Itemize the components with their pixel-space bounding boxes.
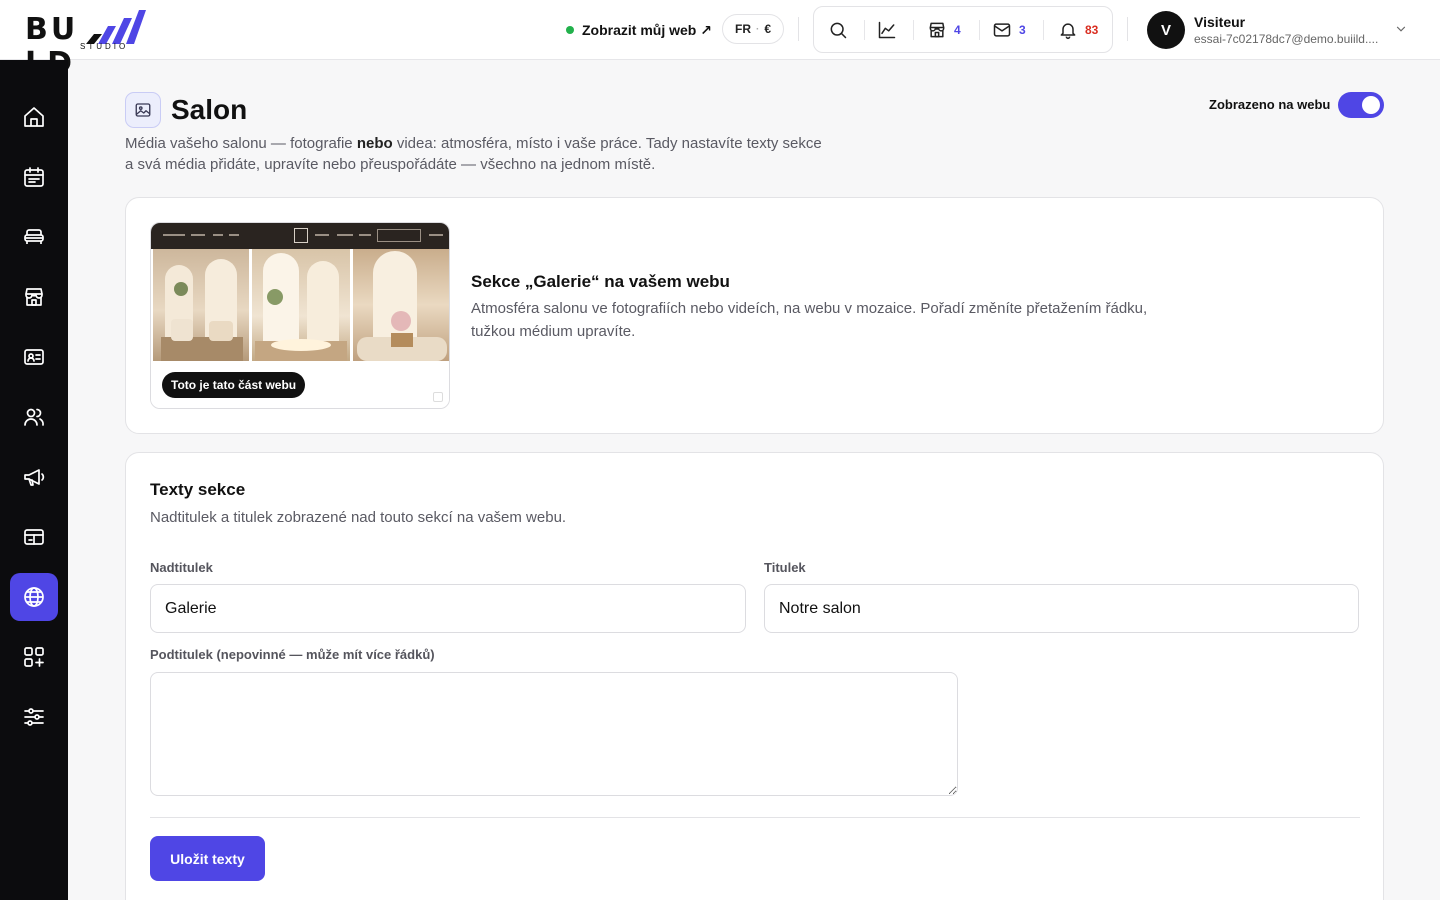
divider [1127,17,1128,41]
megaphone-icon [24,469,45,486]
logo-bars-icon [86,10,146,44]
sidebar-item-clients[interactable] [10,333,58,381]
chart-line-icon [878,21,896,39]
messages-count-badge: 3 [1019,23,1026,37]
title-input[interactable] [764,584,1359,633]
logo-subtitle: STUDIO [80,42,129,51]
page-title: Salon [171,94,248,125]
sidebar-item-store[interactable] [10,273,58,321]
sidebar-item-home[interactable] [10,93,58,141]
language-code: FR [734,22,751,36]
divider [798,17,799,41]
user-email: essai-7c02178dc7@demo.buiild.... [1194,32,1379,46]
quick-actions-bar: 4 3 83 [813,6,1113,53]
settings-sliders-icon [24,708,44,726]
language-currency-selector[interactable]: FR · € [722,14,784,44]
store-icon [25,288,43,306]
services-icon [24,229,44,244]
notifications-button[interactable]: 83 [1058,19,1098,41]
visibility-toggle[interactable] [1338,92,1384,118]
avatar: V [1147,11,1185,49]
sidebar-item-marketing[interactable] [10,453,58,501]
preview-chip: Toto je tato část webu [162,372,306,398]
divider [913,20,914,40]
card-description: Nadtitulek a titulek zobrazené nad touto… [150,509,567,526]
overline-input[interactable] [150,584,746,633]
preview-logo [294,228,308,243]
chevron-down-icon[interactable] [1394,22,1408,36]
subtitle-textarea[interactable] [150,672,958,796]
divider [864,20,865,40]
save-texts-button[interactable]: Uložit texty [150,836,265,881]
preview-site-navbar [151,223,449,249]
view-site-link[interactable]: Zobrazit můj web ↗ [566,19,712,41]
mail-icon [993,23,1011,37]
currency-symbol: € [764,22,772,36]
sidebar-item-calendar[interactable] [10,153,58,201]
title-label: Titulek [764,560,806,575]
brand-logo[interactable]: BULD STUDIO [25,9,185,81]
subtitle-label: Podtitulek (nepovinné — může mít více řá… [150,647,435,662]
card-title: Texty sekce [150,480,246,499]
user-name: Visiteur [1194,14,1246,30]
sidebar [0,60,68,900]
users-icon [24,408,44,426]
divider [1043,20,1044,40]
shop-count-badge: 4 [954,23,961,37]
section-description: Atmosféra salonu ve fotografiích nebo vi… [471,300,1148,340]
sidebar-item-settings[interactable] [10,693,58,741]
stats-button[interactable] [877,19,897,41]
overline-label: Nadtitulek [150,560,213,575]
messages-button[interactable]: 3 [992,19,1026,41]
globe-icon [24,587,44,607]
calendar-icon [24,167,44,187]
id-card-icon [24,349,44,365]
home-icon [24,107,44,127]
sidebar-item-apps[interactable] [10,633,58,681]
sidebar-item-payments[interactable] [10,513,58,561]
search-button[interactable] [828,19,848,41]
gift-card-icon [24,529,44,545]
sidebar-item-services[interactable] [10,213,58,261]
apps-add-icon [24,647,44,667]
section-texts-card: Texty sekce Nadtitulek a titulek zobraze… [125,452,1384,900]
toggle-knob [1362,96,1380,114]
online-status-dot [566,26,574,34]
section-image-icon-box [125,92,161,128]
website-section-preview[interactable]: Toto je tato část webu [150,222,450,409]
sidebar-item-website[interactable] [10,573,58,621]
section-title: Sekce „Galerie“ na vašem webu [471,272,730,291]
search-icon [830,22,847,39]
preview-expand-icon [433,392,443,402]
shop-button[interactable]: 4 [927,19,961,41]
section-preview-card: Toto je tato část webu Sekce „Galerie“ n… [125,197,1384,434]
preview-gallery-images [153,249,449,361]
image-icon [135,103,151,117]
divider [979,20,980,40]
top-bar: BULD STUDIO Zobrazit můj web ↗ FR · € 4 [0,0,1440,81]
separator-dot: · [755,23,760,35]
store-icon [929,22,945,38]
divider [150,817,1360,818]
page-description: Média vašeho salonu — fotografie nebo vi… [125,135,822,173]
bell-icon [1060,23,1076,40]
sidebar-item-team[interactable] [10,393,58,441]
notifications-count-badge: 83 [1085,23,1099,37]
visibility-toggle-label: Zobrazeno na webu [1209,97,1331,112]
view-site-label: Zobrazit můj web ↗ [582,21,712,38]
